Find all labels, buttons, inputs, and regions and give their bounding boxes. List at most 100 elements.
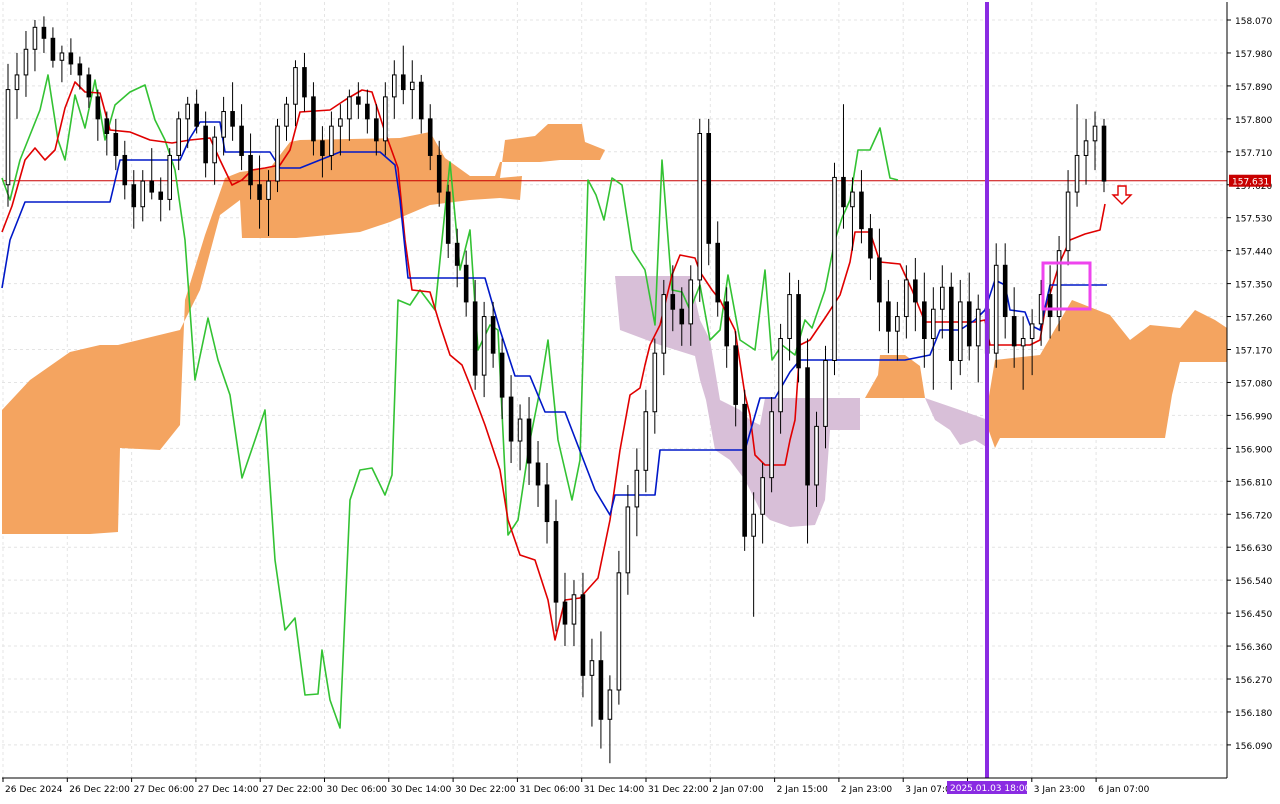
candle-body-bull — [607, 689, 613, 720]
y-tick-label: 156.990 — [1235, 412, 1272, 422]
candle — [1101, 118, 1107, 193]
x-tick-label: 30 Dec 22:00 — [455, 785, 516, 795]
candle-body-bear — [1002, 264, 1008, 318]
candle-body-bear — [472, 301, 478, 376]
candle-body-bull — [383, 96, 388, 142]
candle-body-bear — [248, 154, 253, 186]
x-tick-label: 6 Jan 07:00 — [1098, 785, 1150, 795]
candle-body-bear — [427, 118, 433, 156]
candle-body-bear — [122, 154, 128, 186]
candle-body-bear — [257, 184, 262, 200]
x-tick-label: 26 Dec 22:00 — [69, 785, 130, 795]
candle-body-bull — [697, 132, 703, 281]
candle-body-bear — [445, 191, 451, 244]
candle — [697, 118, 703, 302]
candle-body-bear — [113, 132, 119, 156]
chart-svg: 158.070 157.980 157.890 157.800 157.710 157.6… — [0, 0, 1280, 800]
y-tick-label: 156.810 — [1235, 478, 1272, 488]
y-tick-label: 157.350 — [1235, 281, 1272, 291]
candle-body-bull — [23, 48, 29, 76]
x-tick-label: 2 Jan 07:00 — [712, 785, 764, 795]
candle-body-bull — [975, 308, 981, 347]
candle-body-bear — [230, 111, 235, 127]
y-tick-label: 156.360 — [1235, 643, 1272, 653]
y-tick-label: 156.630 — [1235, 544, 1272, 554]
candle — [742, 389, 747, 551]
candle-body-bear — [508, 396, 514, 442]
y-tick-label: 157.710 — [1235, 149, 1272, 159]
candle-body-bull — [176, 118, 181, 156]
candle-body-bull — [931, 308, 936, 340]
candle-body-bear — [50, 37, 56, 61]
x-tick-label: 2 Jan 23:00 — [841, 785, 893, 795]
candle-body-bull — [266, 180, 271, 200]
candle-body-bull — [481, 316, 487, 376]
candle — [616, 550, 622, 705]
candle-body-bear — [706, 132, 712, 244]
candle-body-bull — [1065, 191, 1071, 252]
candle-body-bull — [625, 506, 631, 574]
candle-body-bear — [805, 367, 810, 486]
candle-body-bull — [823, 359, 828, 427]
candle-body-bear — [131, 184, 137, 208]
candle-body-bear — [886, 301, 891, 332]
candle-body-bull — [957, 301, 963, 361]
candle-body-bull — [338, 118, 343, 127]
candle-body-bear — [1011, 316, 1017, 347]
candle-body-bear — [868, 228, 873, 259]
candle-body-bear — [365, 103, 370, 120]
candle-body-bull — [5, 89, 11, 186]
candle-body-bull — [1020, 338, 1026, 347]
candle-body-bull — [814, 425, 819, 486]
candle-body-bear — [535, 462, 541, 486]
candle-body-bear — [77, 63, 83, 76]
candle-body-bear — [400, 74, 406, 91]
candle-body-bear — [95, 96, 101, 120]
x-tick-label: 31 Dec 14:00 — [584, 785, 645, 795]
candle-body-bull — [751, 513, 756, 537]
candle-body-bear — [841, 176, 846, 208]
x-tick-label: 31 Dec 22:00 — [648, 785, 709, 795]
candle-body-bear — [374, 118, 379, 142]
x-tick-label: 2 Jan 15:00 — [777, 785, 829, 795]
candle-body-bear — [544, 484, 550, 523]
candle-body-bull — [32, 26, 38, 50]
candle-body-bull — [329, 125, 334, 156]
candle-body-bull — [1029, 323, 1035, 340]
candle-body-bull — [688, 279, 694, 325]
candle-body-bear — [733, 345, 738, 405]
y-tick-label: 157.440 — [1235, 248, 1272, 258]
vline-time-label: 2025.01.03 18:00 — [950, 784, 1031, 794]
x-tick-label: 27 Dec 14:00 — [198, 785, 259, 795]
candle — [275, 118, 280, 193]
y-tick-label: 156.900 — [1235, 445, 1272, 455]
candle-body-bear — [194, 103, 199, 127]
candle-body-bull — [571, 594, 577, 625]
candle-body-bear — [679, 308, 685, 325]
candle — [706, 118, 712, 266]
x-tick-label: 27 Dec 06:00 — [134, 785, 195, 795]
candle-body-bear — [302, 67, 307, 98]
candle-body-bull — [409, 81, 415, 91]
candle-body-bear — [158, 191, 164, 200]
candle-body-bull — [778, 338, 783, 413]
candle-body-bull — [832, 176, 837, 361]
x-tick-label: 30 Dec 06:00 — [327, 785, 388, 795]
candle-body-bull — [769, 411, 774, 479]
candle-body-bull — [661, 294, 667, 354]
candle-body-bull — [616, 572, 622, 691]
x-tick-label: 3 Jan 23:00 — [1034, 785, 1086, 795]
candle-body-bull — [275, 125, 280, 182]
candle-body-bear — [418, 81, 424, 120]
candle-body-bear — [86, 74, 92, 98]
candle-body-bear — [598, 660, 604, 720]
candle-body-bull — [391, 74, 397, 98]
candle-body-bull — [1083, 140, 1089, 156]
candle-body-bear — [499, 352, 505, 398]
candle-body-bear — [877, 257, 882, 303]
candle-body-bull — [517, 418, 523, 442]
candle-body-bear — [1101, 125, 1107, 182]
candle-body-bear — [490, 316, 496, 354]
candle — [1056, 236, 1062, 332]
candle-body-bear — [1047, 294, 1053, 318]
